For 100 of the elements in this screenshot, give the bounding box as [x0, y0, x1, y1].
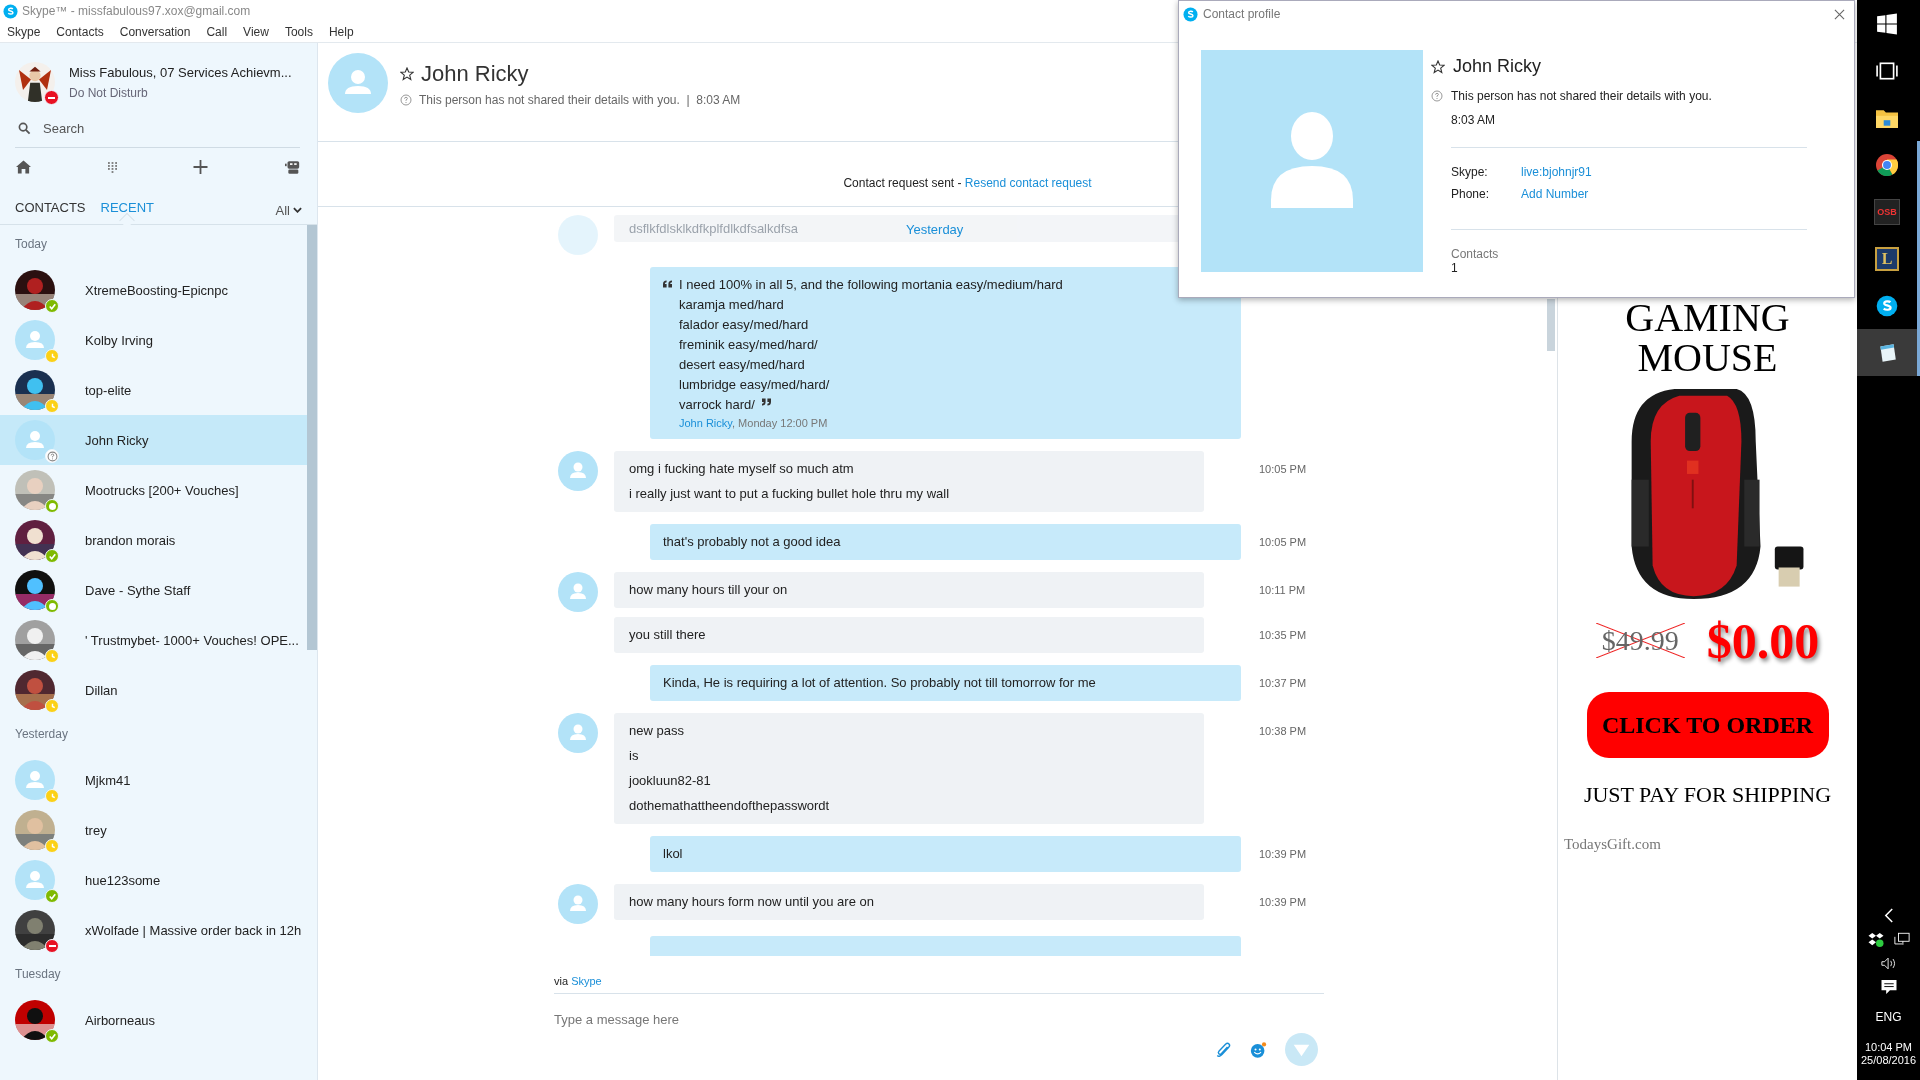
dialpad-icon[interactable] [107, 161, 117, 173]
search-field[interactable]: Search [41, 119, 300, 137]
contact-item[interactable]: John Ricky [0, 415, 307, 465]
message-text: desert easy/med/hard [679, 357, 805, 372]
message-text: I need 100% in all 5, and the following mortania easy/medium/hard [679, 277, 1063, 292]
menu-item[interactable]: Tools [284, 25, 313, 39]
emoji-icon[interactable] [1250, 1040, 1267, 1059]
windows-logo-icon [1876, 12, 1898, 35]
filter-dropdown[interactable]: All [275, 200, 302, 220]
dropbox-icon[interactable] [1867, 932, 1884, 947]
message-time: 10:11 PM [1259, 583, 1307, 596]
contact-item[interactable]: Dillan [0, 665, 307, 715]
contact-item[interactable]: Mootrucks [200+ Vouches] [0, 465, 307, 515]
menu-item[interactable]: Call [206, 25, 228, 39]
contacts-label: Contacts [1451, 247, 1500, 261]
message-text: is [629, 748, 640, 764]
clock-time[interactable]: 10:04 PM [1864, 1041, 1913, 1053]
privacy-notice: This person has not shared their details with you. [1451, 89, 1712, 103]
contact-item[interactable]: trey [0, 805, 307, 855]
order-button[interactable]: CLICK TO ORDER [1586, 692, 1829, 758]
message-time: 10:39 PM [1259, 847, 1308, 860]
menu-item[interactable]: Conversation [119, 25, 191, 39]
contact-name: brandon morais [85, 532, 176, 548]
contact-item[interactable]: Airborneaus [0, 995, 307, 1045]
ad-title: GAMING MOUSE [1624, 298, 1791, 378]
menu-item[interactable]: Contacts [56, 25, 104, 39]
taskbar-button[interactable]: OSB [1857, 188, 1920, 235]
contact-item[interactable]: XtremeBoosting-Epicnpc [0, 265, 307, 315]
default-avatar-icon [558, 215, 598, 255]
group-heading: Yesterday [15, 727, 68, 741]
field-link[interactable]: live:bjohnjr91 [1521, 165, 1592, 179]
app-icon: OSB [1874, 198, 1900, 225]
contact-name: top-elite [85, 382, 132, 398]
contact-name: XtremeBoosting-Epicnpc [85, 282, 229, 298]
question-icon [1431, 90, 1443, 102]
message-text: karamja med/hard [679, 297, 784, 312]
tab[interactable]: CONTACTS [15, 200, 86, 220]
contact-subtitle: This person has not shared their details with you. | 8:03 AM [419, 93, 741, 107]
sale-price: $0.00 [1706, 612, 1820, 670]
contact-item[interactable]: xWolfade | Massive order back in 12h [0, 905, 307, 955]
request-notice: Contact request sent - Resend contact request [843, 176, 1092, 190]
quote-time: , Monday 12:00 PM [732, 417, 828, 429]
contact-item[interactable]: Mjkm41 [0, 755, 307, 805]
star-icon[interactable] [400, 67, 414, 81]
network-icon[interactable] [1893, 932, 1910, 947]
plus-icon[interactable] [193, 160, 209, 174]
menu-item[interactable]: View [243, 25, 269, 39]
close-icon[interactable] [1834, 8, 1845, 20]
skype-link[interactable]: Skype [571, 975, 602, 987]
profile-status[interactable]: Do Not Disturb [69, 85, 292, 100]
contact-name: Dave - Sythe Staff [85, 582, 191, 598]
skype-logo-icon [1876, 294, 1898, 317]
contact-item[interactable]: Dave - Sythe Staff [0, 565, 307, 615]
menu-item[interactable]: Skype [7, 25, 41, 39]
default-avatar-icon [1201, 50, 1423, 272]
contact-name: Mjkm41 [85, 772, 131, 788]
message-time: 10:38 PM [1259, 724, 1308, 737]
task-view-icon [1876, 59, 1898, 82]
app-icon: L [1875, 246, 1899, 271]
message-text: how many hours form now until you are on [629, 894, 875, 910]
dialog-title: Contact profile [1203, 7, 1281, 21]
question-icon [400, 94, 412, 106]
menu-item[interactable]: Help [328, 25, 354, 39]
clock-date[interactable]: 25/08/2016 [1860, 1054, 1917, 1066]
contact-name: John Ricky [85, 432, 149, 448]
contact-item[interactable]: brandon morais [0, 515, 307, 565]
bot-icon[interactable] [284, 160, 300, 174]
message-time: 10:35 PM [1259, 628, 1308, 641]
contacts-count: 1 [1451, 261, 1459, 275]
browser-icon [1876, 153, 1898, 176]
contact-name: John Ricky [1453, 56, 1542, 77]
contact-item[interactable]: ' Trustmybet- 1000+ Vouches! OPE... [0, 615, 307, 665]
message-text: how many hours till your on [629, 582, 789, 598]
message-text: that's probably not a good idea [663, 534, 842, 550]
chevron-down-icon [293, 207, 302, 213]
message-text: omg i fucking hate myself so much atm [629, 461, 855, 477]
message-time: 10:37 PM [1259, 676, 1308, 689]
message-text: varrock hard/ [679, 397, 755, 412]
volume-icon[interactable] [1880, 956, 1897, 971]
message-text: new pass [629, 723, 685, 739]
quote-open-icon [663, 280, 672, 288]
resend-link[interactable]: Resend contact request [964, 176, 1092, 190]
taskbar-button[interactable] [1857, 329, 1920, 376]
ad-source: TodaysGift.com [1564, 836, 1661, 853]
paperclip-icon[interactable] [1215, 1040, 1232, 1059]
taskbar-button[interactable]: L [1857, 235, 1920, 282]
language-indicator[interactable]: ENG [1875, 1010, 1902, 1024]
search-icon [18, 121, 31, 135]
contact-name: trey [85, 822, 107, 838]
home-icon[interactable] [16, 160, 31, 174]
star-icon[interactable] [1431, 59, 1445, 74]
field-link[interactable]: Add Number [1521, 187, 1589, 201]
message-input[interactable]: Type a message here [554, 1012, 1324, 1027]
contact-item[interactable]: Kolby Irving [0, 315, 307, 365]
message-time: 10:39 PM [1259, 895, 1308, 908]
notification-icon[interactable] [1880, 980, 1897, 995]
scrollbar-thumb[interactable] [307, 225, 317, 650]
contact-item[interactable]: hue123some [0, 855, 307, 905]
contact-item[interactable]: top-elite [0, 365, 307, 415]
scrollbar-thumb[interactable] [1547, 299, 1555, 351]
